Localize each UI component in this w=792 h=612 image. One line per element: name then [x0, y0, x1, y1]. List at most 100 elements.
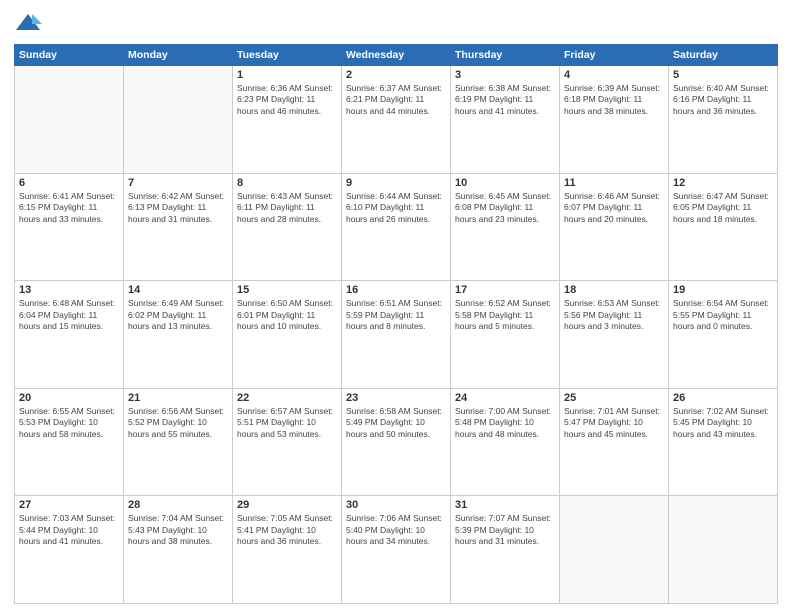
- calendar-cell: [124, 66, 233, 174]
- day-number: 28: [128, 499, 228, 511]
- logo: [14, 10, 46, 38]
- day-number: 18: [564, 284, 664, 296]
- calendar-cell: 4 Sunrise: 6:39 AM Sunset: 6:18 PM Daylig…: [560, 66, 669, 174]
- calendar-cell: 29 Sunrise: 7:05 AM Sunset: 5:41 PM Dayli…: [233, 496, 342, 604]
- calendar-cell: 3 Sunrise: 6:38 AM Sunset: 6:19 PM Daylig…: [451, 66, 560, 174]
- day-number: 31: [455, 499, 555, 511]
- day-info: Sunrise: 6:52 AM Sunset: 5:58 PM Dayligh…: [455, 298, 555, 332]
- day-info: Sunrise: 7:03 AM Sunset: 5:44 PM Dayligh…: [19, 513, 119, 547]
- day-info: Sunrise: 6:50 AM Sunset: 6:01 PM Dayligh…: [237, 298, 337, 332]
- day-info: Sunrise: 6:56 AM Sunset: 5:52 PM Dayligh…: [128, 406, 228, 440]
- day-number: 3: [455, 69, 555, 81]
- day-number: 19: [673, 284, 773, 296]
- day-number: 14: [128, 284, 228, 296]
- day-number: 16: [346, 284, 446, 296]
- day-info: Sunrise: 6:54 AM Sunset: 5:55 PM Dayligh…: [673, 298, 773, 332]
- day-number: 2: [346, 69, 446, 81]
- day-info: Sunrise: 7:05 AM Sunset: 5:41 PM Dayligh…: [237, 513, 337, 547]
- calendar-cell: 27 Sunrise: 7:03 AM Sunset: 5:44 PM Dayli…: [15, 496, 124, 604]
- calendar-week-4: 20 Sunrise: 6:55 AM Sunset: 5:53 PM Dayli…: [15, 388, 778, 496]
- calendar-cell: 11 Sunrise: 6:46 AM Sunset: 6:07 PM Dayli…: [560, 173, 669, 281]
- day-number: 20: [19, 392, 119, 404]
- calendar-cell: 17 Sunrise: 6:52 AM Sunset: 5:58 PM Dayli…: [451, 281, 560, 389]
- calendar-cell: 31 Sunrise: 7:07 AM Sunset: 5:39 PM Dayli…: [451, 496, 560, 604]
- calendar-week-1: 1 Sunrise: 6:36 AM Sunset: 6:23 PM Daylig…: [15, 66, 778, 174]
- calendar-cell: 18 Sunrise: 6:53 AM Sunset: 5:56 PM Dayli…: [560, 281, 669, 389]
- calendar-table: SundayMondayTuesdayWednesdayThursdayFrid…: [14, 44, 778, 604]
- calendar-cell: 1 Sunrise: 6:36 AM Sunset: 6:23 PM Daylig…: [233, 66, 342, 174]
- day-info: Sunrise: 6:38 AM Sunset: 6:19 PM Dayligh…: [455, 83, 555, 117]
- day-info: Sunrise: 7:00 AM Sunset: 5:48 PM Dayligh…: [455, 406, 555, 440]
- day-info: Sunrise: 6:36 AM Sunset: 6:23 PM Dayligh…: [237, 83, 337, 117]
- day-info: Sunrise: 6:53 AM Sunset: 5:56 PM Dayligh…: [564, 298, 664, 332]
- calendar-cell: 25Sunrise: 7:01 AM Sunset: 5:47 PM Dayli…: [560, 388, 669, 496]
- calendar-cell: 5 Sunrise: 6:40 AM Sunset: 6:16 PM Daylig…: [669, 66, 778, 174]
- day-info: Sunrise: 6:49 AM Sunset: 6:02 PM Dayligh…: [128, 298, 228, 332]
- day-number: 4: [564, 69, 664, 81]
- day-number: 21: [128, 392, 228, 404]
- day-number: 8: [237, 177, 337, 189]
- day-number: 27: [19, 499, 119, 511]
- calendar-cell: 7Sunrise: 6:42 AM Sunset: 6:13 PM Daylig…: [124, 173, 233, 281]
- calendar-cell: 12Sunrise: 6:47 AM Sunset: 6:05 PM Dayli…: [669, 173, 778, 281]
- calendar-cell: 26 Sunrise: 7:02 AM Sunset: 5:45 PM Dayli…: [669, 388, 778, 496]
- calendar-cell: 16 Sunrise: 6:51 AM Sunset: 5:59 PM Dayli…: [342, 281, 451, 389]
- day-info: Sunrise: 7:02 AM Sunset: 5:45 PM Dayligh…: [673, 406, 773, 440]
- day-number: 22: [237, 392, 337, 404]
- calendar-cell: [560, 496, 669, 604]
- day-info: Sunrise: 6:42 AM Sunset: 6:13 PM Dayligh…: [128, 191, 228, 225]
- day-number: 1: [237, 69, 337, 81]
- calendar-header-thursday: Thursday: [451, 45, 560, 66]
- calendar-header-friday: Friday: [560, 45, 669, 66]
- day-number: 10: [455, 177, 555, 189]
- calendar-week-3: 13Sunrise: 6:48 AM Sunset: 6:04 PM Dayli…: [15, 281, 778, 389]
- calendar-header-tuesday: Tuesday: [233, 45, 342, 66]
- day-info: Sunrise: 6:47 AM Sunset: 6:05 PM Dayligh…: [673, 191, 773, 225]
- day-info: Sunrise: 6:40 AM Sunset: 6:16 PM Dayligh…: [673, 83, 773, 117]
- day-info: Sunrise: 6:46 AM Sunset: 6:07 PM Dayligh…: [564, 191, 664, 225]
- calendar-cell: 24 Sunrise: 7:00 AM Sunset: 5:48 PM Dayli…: [451, 388, 560, 496]
- day-number: 15: [237, 284, 337, 296]
- calendar-header-saturday: Saturday: [669, 45, 778, 66]
- day-number: 24: [455, 392, 555, 404]
- calendar-cell: [15, 66, 124, 174]
- day-number: 11: [564, 177, 664, 189]
- day-number: 9: [346, 177, 446, 189]
- calendar-cell: 2Sunrise: 6:37 AM Sunset: 6:21 PM Daylig…: [342, 66, 451, 174]
- calendar-cell: 22 Sunrise: 6:57 AM Sunset: 5:51 PM Dayli…: [233, 388, 342, 496]
- day-info: Sunrise: 6:55 AM Sunset: 5:53 PM Dayligh…: [19, 406, 119, 440]
- day-number: 25: [564, 392, 664, 404]
- calendar-cell: 20 Sunrise: 6:55 AM Sunset: 5:53 PM Dayli…: [15, 388, 124, 496]
- day-info: Sunrise: 6:44 AM Sunset: 6:10 PM Dayligh…: [346, 191, 446, 225]
- calendar-cell: [669, 496, 778, 604]
- calendar-cell: 23Sunrise: 6:58 AM Sunset: 5:49 PM Dayli…: [342, 388, 451, 496]
- day-info: Sunrise: 6:51 AM Sunset: 5:59 PM Dayligh…: [346, 298, 446, 332]
- calendar-cell: 9 Sunrise: 6:44 AM Sunset: 6:10 PM Daylig…: [342, 173, 451, 281]
- day-number: 29: [237, 499, 337, 511]
- day-info: Sunrise: 6:39 AM Sunset: 6:18 PM Dayligh…: [564, 83, 664, 117]
- logo-icon: [14, 10, 42, 38]
- calendar-week-5: 27 Sunrise: 7:03 AM Sunset: 5:44 PM Dayli…: [15, 496, 778, 604]
- day-number: 6: [19, 177, 119, 189]
- page: SundayMondayTuesdayWednesdayThursdayFrid…: [0, 0, 792, 612]
- calendar-header-row: SundayMondayTuesdayWednesdayThursdayFrid…: [15, 45, 778, 66]
- day-number: 13: [19, 284, 119, 296]
- header: [14, 10, 778, 38]
- calendar-cell: 28 Sunrise: 7:04 AM Sunset: 5:43 PM Dayli…: [124, 496, 233, 604]
- day-number: 17: [455, 284, 555, 296]
- calendar-header-monday: Monday: [124, 45, 233, 66]
- day-info: Sunrise: 6:43 AM Sunset: 6:11 PM Dayligh…: [237, 191, 337, 225]
- day-info: Sunrise: 6:57 AM Sunset: 5:51 PM Dayligh…: [237, 406, 337, 440]
- calendar-cell: 19 Sunrise: 6:54 AM Sunset: 5:55 PM Dayli…: [669, 281, 778, 389]
- calendar-cell: 15 Sunrise: 6:50 AM Sunset: 6:01 PM Dayli…: [233, 281, 342, 389]
- day-number: 26: [673, 392, 773, 404]
- calendar-header-sunday: Sunday: [15, 45, 124, 66]
- calendar-cell: 21 Sunrise: 6:56 AM Sunset: 5:52 PM Dayli…: [124, 388, 233, 496]
- day-info: Sunrise: 7:06 AM Sunset: 5:40 PM Dayligh…: [346, 513, 446, 547]
- day-info: Sunrise: 7:04 AM Sunset: 5:43 PM Dayligh…: [128, 513, 228, 547]
- calendar-cell: 10Sunrise: 6:45 AM Sunset: 6:08 PM Dayli…: [451, 173, 560, 281]
- day-info: Sunrise: 7:07 AM Sunset: 5:39 PM Dayligh…: [455, 513, 555, 547]
- calendar-cell: 14 Sunrise: 6:49 AM Sunset: 6:02 PM Dayli…: [124, 281, 233, 389]
- calendar-cell: 8 Sunrise: 6:43 AM Sunset: 6:11 PM Daylig…: [233, 173, 342, 281]
- day-number: 5: [673, 69, 773, 81]
